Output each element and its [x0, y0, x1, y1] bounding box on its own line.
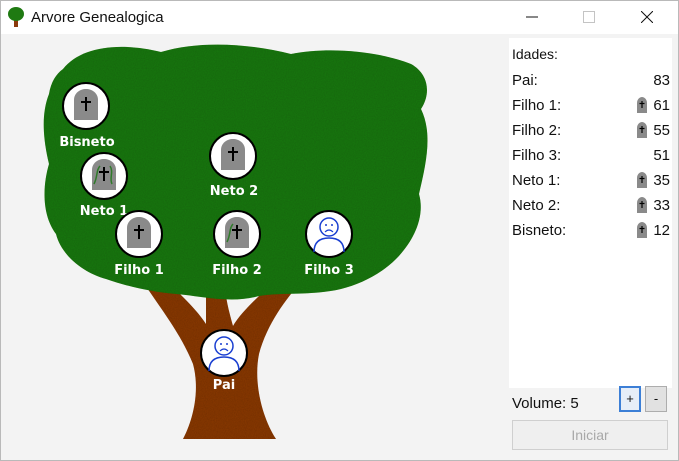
tree-icon [8, 7, 24, 27]
age-row-neto-2: Neto 2: 33 [512, 197, 670, 217]
person-label-filho-2: Filho 2 [212, 263, 262, 278]
tombstone-icon [74, 89, 98, 120]
family-tree-canvas: Bisneto Neto 1 Neto 2 Filho 1 Filho 2 Fi… [1, 34, 506, 460]
title-bar[interactable]: Arvore Genealogica [1, 1, 678, 34]
age-row-filho-1: Filho 1: 61 [512, 97, 670, 117]
maximize-icon [583, 11, 595, 23]
age-name: Filho 1: [512, 97, 562, 114]
ages-title: Idades: [512, 46, 558, 62]
person-sad-icon [313, 217, 345, 253]
age-value: 83 [653, 72, 670, 89]
age-value: 55 [653, 122, 670, 139]
minimize-button[interactable] [509, 1, 555, 34]
tombstone-icon [221, 139, 245, 170]
age-name: Bisneto: [512, 222, 567, 239]
tombstone-icon [225, 217, 249, 248]
tombstone-icon [127, 217, 151, 248]
age-name: Filho 3: [512, 147, 562, 164]
ages-list: Idades: Pai: 83 Filho 1: 61 Filho 2: 55 … [509, 38, 672, 388]
side-panel: Idades: Pai: 83 Filho 1: 61 Filho 2: 55 … [506, 34, 678, 460]
person-filho-3[interactable] [305, 210, 353, 258]
volume-down-button[interactable]: - [645, 386, 667, 412]
app-window: Arvore Genealogica Bisneto Neto 1 Neto 2… [0, 0, 679, 461]
start-button[interactable]: Iniciar [512, 420, 668, 450]
age-value: 61 [653, 97, 670, 114]
person-neto-1[interactable] [80, 152, 128, 200]
maximize-button[interactable] [566, 1, 612, 34]
person-label-filho-3: Filho 3 [304, 263, 354, 278]
person-bisneto[interactable] [62, 82, 110, 130]
person-filho-2[interactable] [213, 210, 261, 258]
age-value: 12 [653, 222, 670, 239]
person-label-filho-1: Filho 1 [114, 263, 164, 278]
person-label-bisneto: Bisneto [59, 135, 115, 150]
volume-up-button[interactable]: + [619, 386, 641, 412]
tombstone-icon [637, 197, 647, 213]
tombstone-icon [637, 122, 647, 138]
volume-label: Volume: 5 [512, 395, 579, 412]
age-value: 33 [653, 197, 670, 214]
tombstone-icon [637, 97, 647, 113]
person-sad-icon [208, 336, 240, 372]
age-name: Neto 2: [512, 197, 561, 214]
age-value: 35 [653, 172, 670, 189]
person-pai[interactable] [200, 329, 248, 377]
minimize-icon [526, 16, 538, 18]
close-button[interactable] [624, 1, 670, 34]
person-label-pai: Pai [212, 378, 236, 393]
tombstone-icon [637, 222, 647, 238]
age-row-bisneto: Bisneto: 12 [512, 222, 670, 242]
age-row-filho-3: Filho 3: 51 [512, 147, 670, 167]
window-title: Arvore Genealogica [31, 9, 164, 26]
tombstone-icon [92, 159, 116, 190]
person-neto-2[interactable] [209, 132, 257, 180]
age-name: Pai: [512, 72, 538, 89]
person-label-neto-2: Neto 2 [209, 184, 259, 199]
age-name: Neto 1: [512, 172, 561, 189]
age-row-neto-1: Neto 1: 35 [512, 172, 670, 192]
tombstone-icon [637, 172, 647, 188]
age-name: Filho 2: [512, 122, 562, 139]
close-icon [641, 11, 653, 23]
person-filho-1[interactable] [115, 210, 163, 258]
age-value: 51 [653, 147, 670, 164]
age-row-filho-2: Filho 2: 55 [512, 122, 670, 142]
age-row-pai: Pai: 83 [512, 72, 670, 92]
